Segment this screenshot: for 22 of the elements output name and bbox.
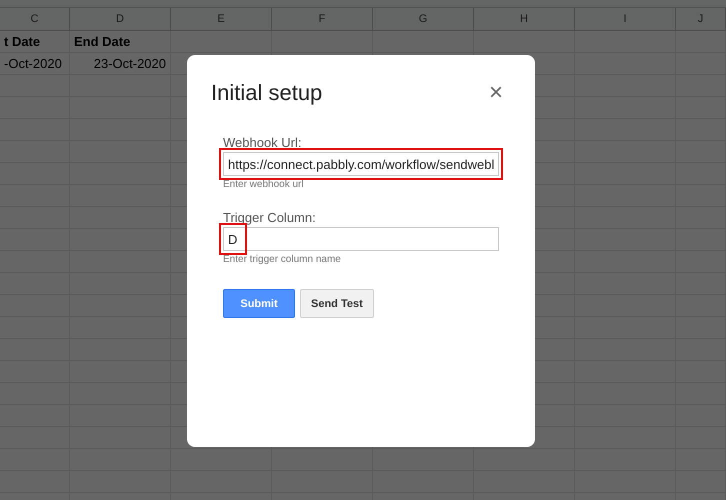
input-field[interactable]: D — [223, 227, 499, 251]
column-header[interactable]: F — [272, 8, 373, 30]
table-cell: 23-Oct-2020 — [70, 53, 171, 74]
table-cell: -Oct-2020 — [0, 53, 70, 74]
field-label: Trigger Column: — [223, 210, 317, 225]
column-header[interactable]: C — [0, 8, 70, 30]
column-header[interactable]: D — [70, 8, 171, 30]
table-cell: End Date — [70, 31, 171, 52]
column-header[interactable]: H — [474, 8, 575, 30]
field-hint: Enter trigger column name — [223, 254, 342, 265]
column-header[interactable]: G — [373, 8, 474, 30]
field-label: Webhook Url: — [223, 135, 303, 150]
field-hint: Enter webhook url — [223, 179, 305, 190]
column-header[interactable]: J — [676, 8, 726, 30]
column-header[interactable]: E — [171, 8, 272, 30]
send-test-button[interactable]: Send Test — [300, 289, 374, 318]
table-cell: t Date — [0, 31, 70, 52]
close-icon[interactable]: × — [488, 81, 503, 105]
dialog-title: Initial setup — [211, 80, 322, 106]
input-field[interactable]: https://connect.pabbly.com/workflow/sendwebl — [223, 152, 499, 176]
column-header[interactable]: I — [575, 8, 676, 30]
submit-button[interactable]: Submit — [223, 289, 295, 318]
